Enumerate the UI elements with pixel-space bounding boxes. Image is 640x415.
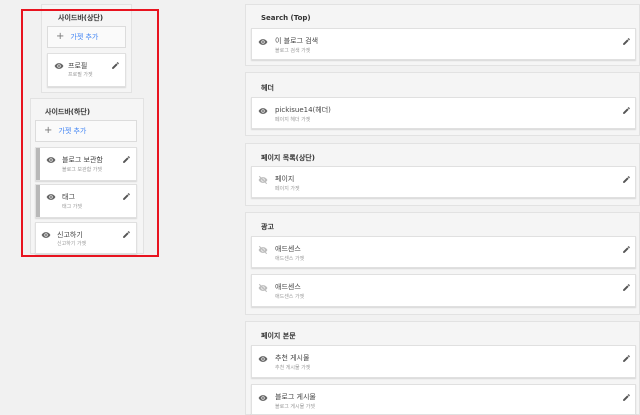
pencil-icon[interactable] [122,155,131,164]
gadget-subtitle: 프로필 가젯 [68,72,93,78]
gadget-title: 애드센스 [275,283,301,291]
pencil-icon[interactable] [622,106,631,115]
plus-icon: + [44,125,53,136]
eye-off-icon[interactable] [258,245,268,255]
eye-icon[interactable] [258,393,268,403]
eye-off-icon[interactable] [258,175,268,185]
gadget-title: 신고하기 [57,231,83,239]
gadget-card-blog-posts[interactable]: 블로그 게시물 블로그 게시물 가젯 [251,384,636,415]
pencil-icon[interactable] [122,230,131,239]
gadget-title: 이 블로그 검색 [275,37,319,45]
add-gadget-label: 가젯 추가 [70,33,99,41]
eye-off-icon[interactable] [258,283,268,293]
gadget-subtitle: 블로그 게시물 가젯 [275,404,315,410]
eye-icon[interactable] [258,106,268,116]
gadget-card-adsense-2[interactable]: 애드센스 애드센스 가젯 [251,274,636,307]
gadget-subtitle: 페이지 헤더 가젯 [275,117,311,123]
gadget-card-page-header[interactable]: pickisue14(헤더) 페이지 헤더 가젯 [251,97,636,129]
section-title: 헤더 [261,84,274,92]
eye-icon[interactable] [258,354,268,364]
eye-icon[interactable] [41,230,51,240]
gadget-title: 블로그 보관함 [62,156,103,164]
pencil-icon[interactable] [622,245,631,254]
sidebar-top-add-gadget-button[interactable]: + 가젯 추가 [47,26,126,48]
gadget-card-blog-archive[interactable]: 블로그 보관함 블로그 보관함 가젯 [35,147,137,181]
gadget-subtitle: 애드센스 가젯 [275,294,305,300]
gadget-card-profile[interactable]: 프로필 프로필 가젯 [47,53,126,87]
pencil-icon[interactable] [622,354,631,363]
pencil-icon[interactable] [111,61,120,70]
sidebar-bottom-title: 사이드바(하단) [45,108,91,116]
drag-handle[interactable] [36,185,40,217]
gadget-card-adsense-1[interactable]: 애드센스 애드센스 가젯 [251,236,636,268]
gadget-card-tag[interactable]: 태그 태그 가젯 [35,184,137,218]
add-gadget-label: 가젯 추가 [58,127,87,135]
gadget-title: 블로그 게시물 [275,393,316,401]
gadget-subtitle: 블로그 검색 가젯 [275,48,311,54]
gadget-title: pickisue14(헤더) [275,106,331,114]
sidebar-top-title: 사이드바(상단) [58,14,104,22]
sidebar-bottom-add-gadget-button[interactable]: + 가젯 추가 [35,120,137,142]
section-title: 페이지 목록(상단) [261,154,315,162]
pencil-icon[interactable] [122,192,131,201]
eye-icon[interactable] [46,155,56,165]
gadget-subtitle: 애드센스 가젯 [275,256,305,262]
eye-icon[interactable] [46,192,56,202]
gadget-title: 태그 [62,193,75,201]
plus-icon: + [56,31,65,42]
gadget-title: 추천 게시물 [275,354,310,362]
gadget-card-pages[interactable]: 페이지 페이지 가젯 [251,166,636,198]
section-title: 광고 [261,223,274,231]
gadget-title: 애드센스 [275,245,301,253]
drag-handle[interactable] [36,148,40,180]
gadget-title: 페이지 [275,175,295,183]
gadget-card-featured-post[interactable]: 추천 게시물 추천 게시물 가젯 [251,345,636,378]
gadget-subtitle: 페이지 가젯 [275,186,300,192]
pencil-icon[interactable] [622,393,631,402]
pencil-icon[interactable] [622,37,631,46]
gadget-subtitle: 태그 가젯 [62,204,82,210]
gadget-subtitle: 블로그 보관함 가젯 [62,167,102,173]
gadget-card-report[interactable]: 신고하기 신고하기 가젯 [35,222,137,254]
section-title: 페이지 본문 [261,332,296,340]
pencil-icon[interactable] [622,283,631,292]
gadget-subtitle: 신고하기 가젯 [57,241,87,247]
gadget-card-blog-search[interactable]: 이 블로그 검색 블로그 검색 가젯 [251,28,636,60]
gadget-subtitle: 추천 게시물 가젯 [275,365,311,371]
eye-icon[interactable] [258,37,268,47]
eye-icon[interactable] [54,61,64,71]
gadget-title: 프로필 [68,62,88,70]
pencil-icon[interactable] [622,175,631,184]
section-title: Search (Top) [261,14,311,22]
